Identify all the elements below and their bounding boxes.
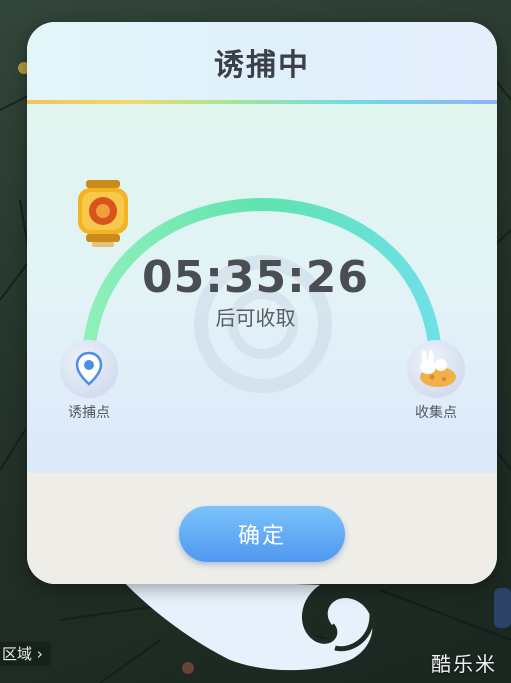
- location-pin-icon: [60, 340, 118, 398]
- watermark-text: 酷乐米: [431, 652, 497, 676]
- rabbit-moon-icon: [407, 340, 465, 398]
- countdown-caption: 后可收取: [215, 306, 296, 330]
- trap-point-node: 诱捕点: [56, 340, 122, 422]
- confirm-button[interactable]: 确定: [179, 506, 345, 562]
- lantern-icon: [78, 180, 128, 247]
- trap-point-label: 诱捕点: [68, 405, 110, 421]
- collection-point-node: 收集点: [403, 340, 469, 422]
- countdown-timer: 05:35:26: [142, 252, 369, 303]
- collection-point-label: 收集点: [415, 405, 457, 421]
